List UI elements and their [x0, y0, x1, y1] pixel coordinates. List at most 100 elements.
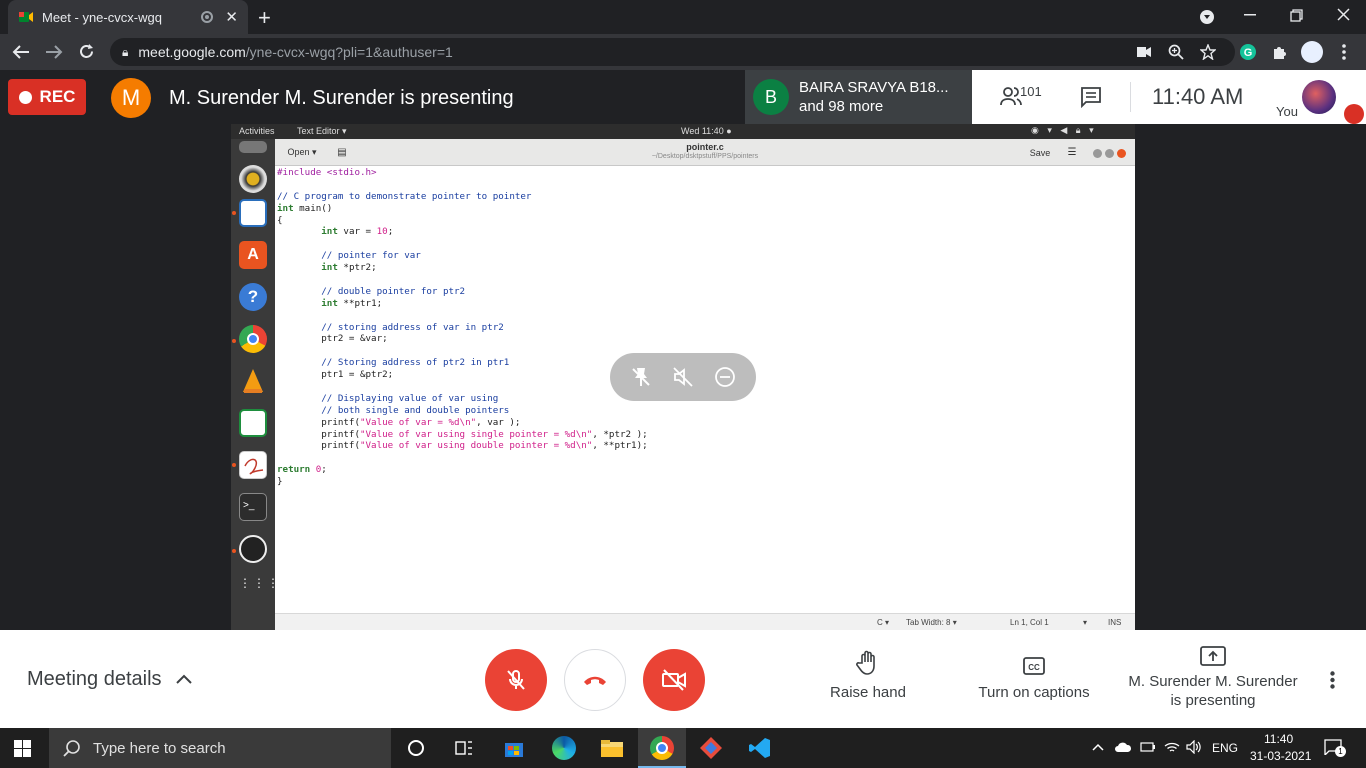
- presenting-button[interactable]: M. Surender M. Surender is presenting: [1122, 646, 1304, 710]
- dock-item-help-icon[interactable]: ?: [239, 283, 267, 311]
- code-line: printf("Value of var using double pointe…: [277, 440, 648, 452]
- more-options-icon[interactable]: [1330, 671, 1335, 689]
- mute-audio-icon[interactable]: [672, 366, 694, 388]
- presenter-avatar: M: [111, 78, 151, 118]
- bookmark-star-icon[interactable]: [1200, 44, 1216, 60]
- code-line: return 0;: [277, 464, 327, 476]
- hang-up-icon: [584, 676, 606, 685]
- unpin-icon[interactable]: [630, 366, 652, 388]
- onedrive-icon[interactable]: [1114, 741, 1132, 753]
- dock-item-chrome-icon[interactable]: [239, 325, 267, 353]
- ubuntu-system-tray[interactable]: ◉ ▾ ◀︎ 🔒︎ ▾: [1031, 125, 1097, 136]
- language-selector[interactable]: C ▾: [877, 618, 889, 627]
- show-applications-icon[interactable]: ⋮⋮⋮: [239, 577, 279, 607]
- volume-icon[interactable]: [1186, 740, 1202, 754]
- profile-dropdown-icon[interactable]: [1199, 9, 1215, 25]
- captions-button[interactable]: CC Turn on captions: [970, 650, 1098, 701]
- minimize-window-icon[interactable]: [1244, 14, 1256, 16]
- svg-text:G: G: [1244, 47, 1253, 59]
- battery-icon[interactable]: [1140, 741, 1156, 753]
- dock-item-software-icon[interactable]: A: [239, 241, 267, 269]
- browser-menu-icon[interactable]: [1342, 44, 1346, 60]
- show-hidden-icons-icon[interactable]: [1092, 743, 1104, 751]
- store-icon[interactable]: [498, 734, 530, 762]
- self-avatar[interactable]: [1302, 80, 1336, 114]
- task-view-icon[interactable]: [448, 734, 480, 762]
- chevron-up-icon[interactable]: [176, 674, 192, 684]
- language-indicator[interactable]: ENG: [1212, 741, 1238, 755]
- dock-item-text-editor-icon[interactable]: [239, 451, 267, 479]
- browser-tab[interactable]: Meet - yne-cvcx-wgq ✕: [8, 0, 248, 34]
- forward-arrow-icon[interactable]: [45, 44, 63, 60]
- leave-call-button[interactable]: [564, 649, 626, 711]
- dock-item-calc-icon[interactable]: [239, 409, 267, 437]
- vscode-icon[interactable]: [744, 734, 776, 762]
- dock-item-writer-icon[interactable]: [239, 199, 267, 227]
- close-window-icon[interactable]: [1337, 8, 1350, 21]
- ubuntu-clock[interactable]: Wed 11:40 ●: [681, 126, 732, 136]
- mic-off-button[interactable]: [485, 649, 547, 711]
- participant-avatar: B: [753, 79, 789, 115]
- new-tab-button[interactable]: +: [258, 5, 271, 31]
- maximize-icon[interactable]: [1105, 149, 1114, 158]
- text-editor-menu[interactable]: Text Editor ▾: [297, 126, 347, 137]
- wifi-icon[interactable]: [1164, 740, 1180, 754]
- chrome-taskbar-icon[interactable]: [646, 734, 678, 762]
- remove-icon[interactable]: [714, 366, 736, 388]
- meeting-details-button[interactable]: Meeting details: [27, 668, 162, 691]
- reload-icon[interactable]: [78, 43, 95, 60]
- search-placeholder: Type here to search: [93, 739, 226, 757]
- dock-item-vlc-icon[interactable]: [239, 367, 267, 395]
- tab-title: Meet - yne-cvcx-wgq: [42, 9, 162, 25]
- url-host: meet.google.com: [138, 44, 246, 60]
- people-count: 101: [1020, 84, 1042, 99]
- meeting-info-bar: 101 11:40 AM You: [972, 70, 1366, 124]
- open-button[interactable]: Open ▾: [281, 144, 323, 161]
- cortana-icon[interactable]: [400, 734, 432, 762]
- dock-item-obs-icon[interactable]: [239, 535, 267, 563]
- divider: [1130, 82, 1131, 112]
- meet-stage: REC M M. Surender M. Surender is present…: [0, 70, 1366, 630]
- browser-toolbar: 🔒︎ meet.google.com/yne-cvcx-wgq?pli=1&au…: [0, 34, 1366, 70]
- media-recording-icon: [201, 11, 214, 23]
- notification-count: 1: [1335, 746, 1346, 757]
- zoom-icon[interactable]: [1168, 44, 1184, 60]
- minimize-icon[interactable]: [1093, 149, 1102, 158]
- new-document-icon[interactable]: ▤: [331, 144, 353, 161]
- chat-icon[interactable]: [1080, 86, 1102, 108]
- camera-in-use-icon[interactable]: [1137, 47, 1151, 57]
- participant-tile[interactable]: B BAIRA SRAVYA B18... and 98 more: [745, 70, 972, 124]
- save-button[interactable]: Save: [1023, 144, 1057, 161]
- position-dropdown-icon[interactable]: ▾: [1083, 618, 1087, 627]
- muted-mic-icon: [1344, 104, 1364, 124]
- insert-mode[interactable]: INS: [1108, 618, 1121, 627]
- raise-hand-button[interactable]: Raise hand: [822, 650, 914, 701]
- back-arrow-icon[interactable]: [12, 44, 30, 60]
- activities-button[interactable]: Activities: [239, 126, 275, 136]
- windows-start-icon[interactable]: [14, 740, 31, 757]
- taskbar-date[interactable]: 31-03-2021: [1250, 749, 1311, 763]
- tab-width-selector[interactable]: Tab Width: 8 ▾: [906, 618, 957, 627]
- close-icon[interactable]: [1117, 149, 1126, 158]
- dock-item-rhythmbox-icon[interactable]: [239, 165, 267, 193]
- taskbar-time[interactable]: 11:40: [1264, 732, 1293, 746]
- cursor-position[interactable]: Ln 1, Col 1: [1010, 618, 1049, 627]
- git-icon[interactable]: [695, 734, 727, 762]
- close-tab-button[interactable]: ✕: [225, 8, 238, 26]
- camera-off-button[interactable]: [643, 649, 705, 711]
- restore-window-icon[interactable]: [1290, 9, 1303, 22]
- people-icon[interactable]: [1000, 86, 1022, 106]
- taskbar-search[interactable]: Type here to search: [49, 728, 391, 768]
- file-explorer-icon[interactable]: [596, 734, 628, 762]
- address-bar[interactable]: 🔒︎ meet.google.com/yne-cvcx-wgq?pli=1&au…: [110, 38, 1235, 66]
- hamburger-menu-icon[interactable]: ☰: [1063, 144, 1081, 161]
- profile-avatar[interactable]: [1301, 41, 1323, 63]
- extensions-puzzle-icon[interactable]: [1272, 44, 1288, 60]
- code-line: // pointer for var: [277, 250, 421, 262]
- dock-item-terminal-icon[interactable]: >_: [239, 493, 267, 521]
- hand-icon: [856, 650, 875, 675]
- edge-icon[interactable]: [548, 734, 580, 762]
- grammarly-extension-icon[interactable]: G: [1240, 44, 1256, 60]
- dock-item-files-icon[interactable]: [239, 141, 267, 153]
